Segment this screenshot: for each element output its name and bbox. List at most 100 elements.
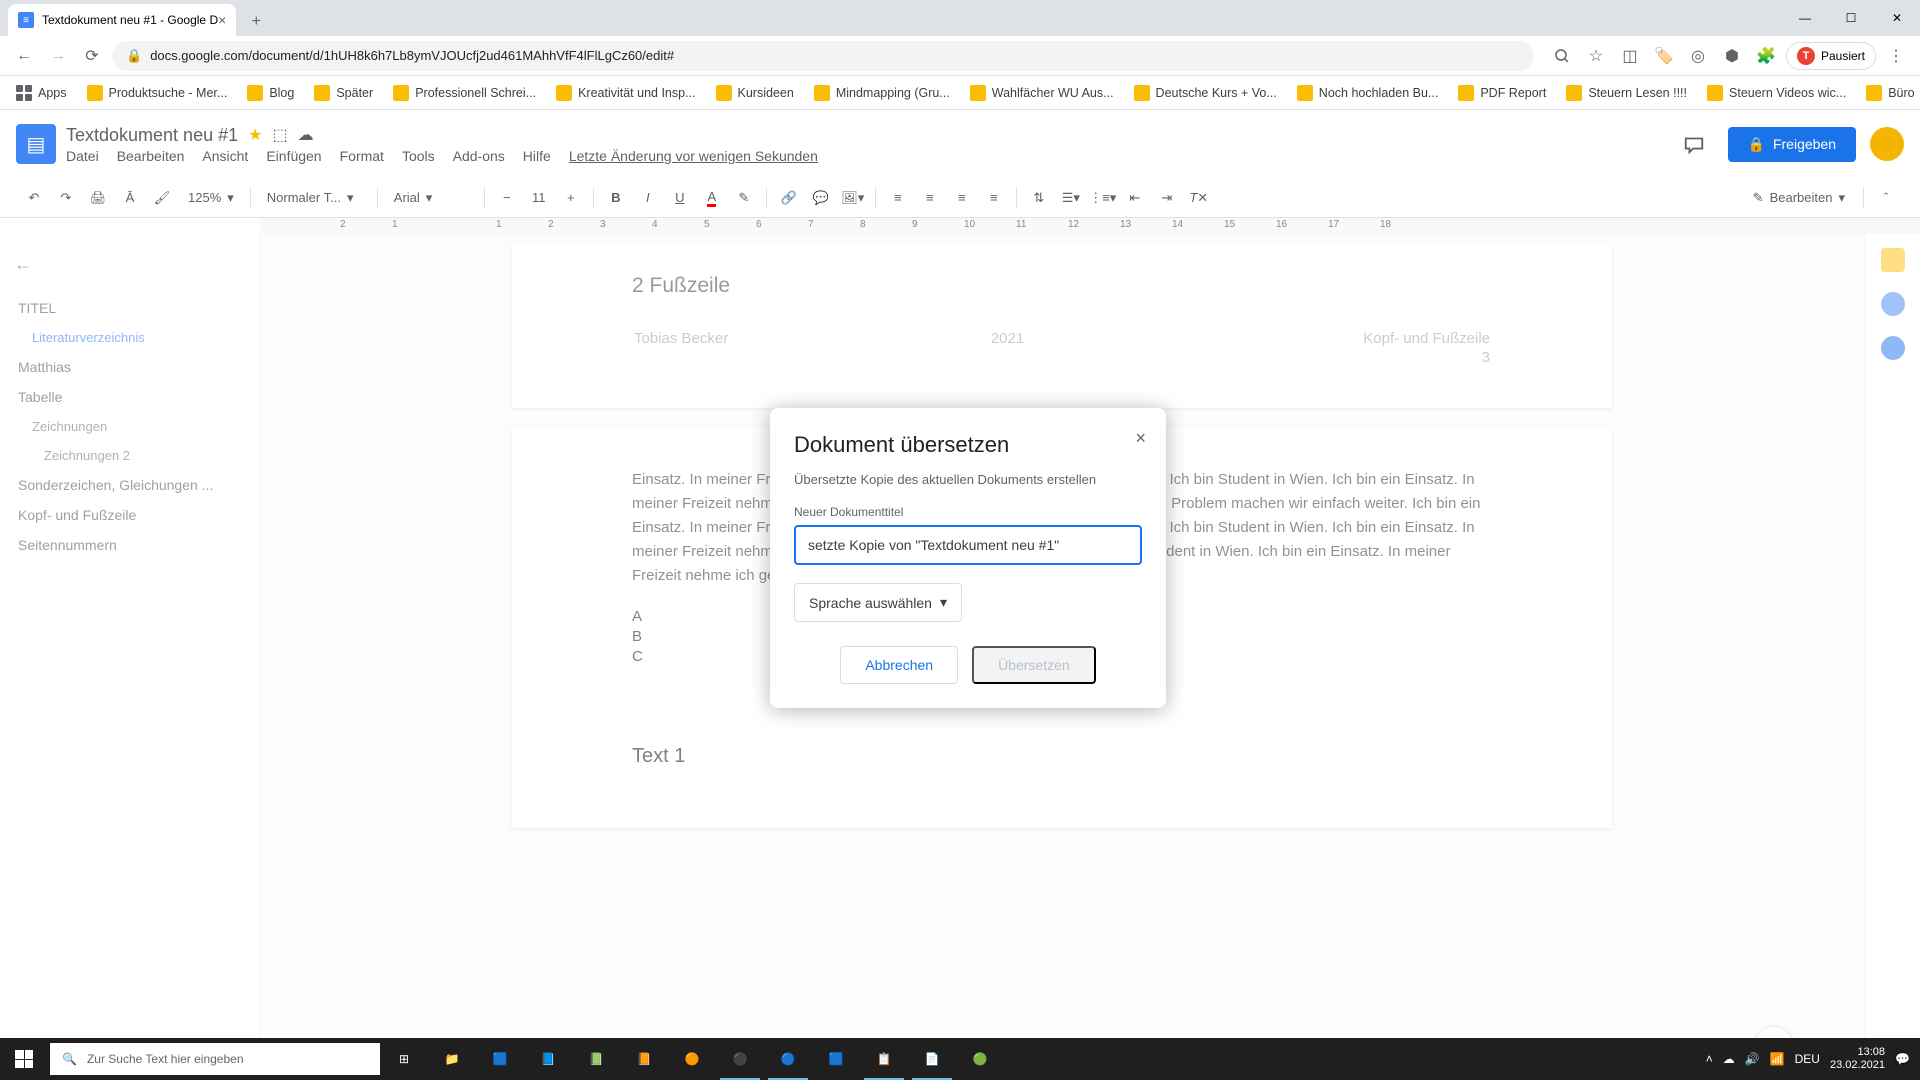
decrease-indent-button[interactable]: ⇤ — [1121, 184, 1149, 212]
bookmark-item[interactable]: Steuern Lesen !!!! — [1560, 81, 1693, 105]
bookmark-item[interactable]: Mindmapping (Gru... — [808, 81, 956, 105]
ruler[interactable]: 21123456789101112131415161718 — [0, 218, 1920, 234]
close-tab-icon[interactable]: × — [218, 12, 226, 28]
zoom-select[interactable]: 125% ▾ — [180, 186, 242, 210]
move-icon[interactable]: ⬚ — [272, 125, 287, 145]
taskbar-powerpoint[interactable]: 📙 — [620, 1038, 668, 1080]
align-right-button[interactable]: ≡ — [948, 184, 976, 212]
italic-button[interactable]: I — [634, 184, 662, 212]
extensions-menu-icon[interactable]: 🧩 — [1752, 42, 1780, 70]
font-select[interactable]: Arial ▾ — [386, 186, 476, 210]
star-icon[interactable]: ★ — [248, 125, 262, 145]
maximize-button[interactable]: ☐ — [1828, 0, 1874, 36]
font-size-decrease[interactable]: − — [493, 184, 521, 212]
back-button[interactable]: ← — [10, 42, 38, 70]
taskbar-search[interactable]: 🔍 Zur Suche Text hier eingeben — [50, 1043, 380, 1075]
bookmark-item[interactable]: Später — [308, 81, 379, 105]
taskbar-app[interactable]: 📄 — [908, 1038, 956, 1080]
undo-button[interactable]: ↶ — [20, 184, 48, 212]
image-button[interactable]: 🖼▾ — [839, 184, 867, 212]
taskbar-spotify[interactable]: 🟢 — [956, 1038, 1004, 1080]
align-center-button[interactable]: ≡ — [916, 184, 944, 212]
tray-language[interactable]: DEU — [1795, 1052, 1820, 1066]
star-icon[interactable]: ☆ — [1582, 42, 1610, 70]
translate-button[interactable]: Übersetzen — [972, 646, 1096, 684]
close-window-button[interactable]: ✕ — [1874, 0, 1920, 36]
taskbar-app[interactable]: ⚫ — [716, 1038, 764, 1080]
taskbar-chrome[interactable]: 🔵 — [764, 1038, 812, 1080]
docs-logo-icon[interactable]: ▤ — [16, 124, 56, 164]
editing-mode-select[interactable]: ✎ Bearbeiten ▾ — [1743, 186, 1855, 210]
bookmark-item[interactable]: Deutsche Kurs + Vo... — [1128, 81, 1283, 105]
zoom-icon[interactable] — [1548, 42, 1576, 70]
redo-button[interactable]: ↷ — [52, 184, 80, 212]
collapse-toolbar-button[interactable]: ˆ — [1872, 184, 1900, 212]
tray-volume-icon[interactable]: 🔊 — [1745, 1052, 1760, 1066]
menu-format[interactable]: Format — [340, 148, 384, 164]
font-size-value[interactable]: 11 — [525, 184, 553, 212]
bookmark-item[interactable]: Kreativität und Insp... — [550, 81, 701, 105]
align-left-button[interactable]: ≡ — [884, 184, 912, 212]
url-input[interactable]: 🔒 docs.google.com/document/d/1hUH8k6h7Lb… — [112, 41, 1534, 71]
taskbar-explorer[interactable]: 📁 — [428, 1038, 476, 1080]
reload-button[interactable]: ⟳ — [78, 42, 106, 70]
bold-button[interactable]: B — [602, 184, 630, 212]
menu-help[interactable]: Hilfe — [523, 148, 551, 164]
highlight-button[interactable]: ✎ — [730, 184, 758, 212]
increase-indent-button[interactable]: ⇥ — [1153, 184, 1181, 212]
apps-button[interactable]: Apps — [10, 81, 73, 105]
spellcheck-button[interactable]: Ă — [116, 184, 144, 212]
taskbar-app[interactable]: 🟦 — [476, 1038, 524, 1080]
bookmark-item[interactable]: Büro — [1860, 81, 1920, 105]
menu-view[interactable]: Ansicht — [202, 148, 248, 164]
task-view-button[interactable]: ⊞ — [380, 1038, 428, 1080]
extension-icon-2[interactable]: 🏷️ — [1650, 42, 1678, 70]
language-select[interactable]: Sprache auswählen ▾ — [794, 583, 962, 622]
tray-cloud-icon[interactable]: ☁ — [1723, 1052, 1735, 1066]
last-edit-link[interactable]: Letzte Änderung vor wenigen Sekunden — [569, 148, 818, 164]
bookmark-item[interactable]: Noch hochladen Bu... — [1291, 81, 1445, 105]
line-spacing-button[interactable]: ⇅ — [1025, 184, 1053, 212]
bookmark-item[interactable]: Blog — [241, 81, 300, 105]
menu-file[interactable]: Datei — [66, 148, 99, 164]
tray-clock[interactable]: 13:08 23.02.2021 — [1830, 1046, 1885, 1072]
document-title[interactable]: Textdokument neu #1 — [66, 125, 238, 146]
browser-tab[interactable]: ≡ Textdokument neu #1 - Google D × — [8, 4, 236, 36]
menu-insert[interactable]: Einfügen — [266, 148, 321, 164]
close-dialog-button[interactable]: × — [1135, 428, 1146, 449]
print-button[interactable]: 🖨 — [84, 184, 112, 212]
numbered-list-button[interactable]: ☰▾ — [1057, 184, 1085, 212]
cloud-status-icon[interactable]: ☁ — [298, 125, 314, 145]
document-title-input[interactable] — [794, 525, 1142, 565]
bookmark-item[interactable]: Professionell Schrei... — [387, 81, 542, 105]
taskbar-app[interactable]: 📋 — [860, 1038, 908, 1080]
new-tab-button[interactable]: + — [242, 8, 270, 36]
chrome-menu-icon[interactable]: ⋮ — [1882, 42, 1910, 70]
taskbar-word[interactable]: 📘 — [524, 1038, 572, 1080]
notifications-icon[interactable]: 💬 — [1895, 1052, 1910, 1066]
start-button[interactable] — [0, 1038, 48, 1080]
underline-button[interactable]: U — [666, 184, 694, 212]
clear-formatting-button[interactable]: T✕ — [1185, 184, 1213, 212]
paint-format-button[interactable]: 🖌 — [148, 184, 176, 212]
extension-icon-1[interactable]: ◫ — [1616, 42, 1644, 70]
taskbar-edge[interactable]: 🟦 — [812, 1038, 860, 1080]
share-button[interactable]: 🔒 Freigeben — [1728, 127, 1856, 162]
comment-button[interactable]: 💬 — [807, 184, 835, 212]
align-justify-button[interactable]: ≡ — [980, 184, 1008, 212]
profile-avatar[interactable] — [1870, 127, 1904, 161]
link-button[interactable]: 🔗 — [775, 184, 803, 212]
comments-button[interactable] — [1674, 124, 1714, 164]
forward-button[interactable]: → — [44, 42, 72, 70]
taskbar-app[interactable]: 🟠 — [668, 1038, 716, 1080]
profile-paused-pill[interactable]: T Pausiert — [1786, 42, 1876, 70]
menu-edit[interactable]: Bearbeiten — [117, 148, 185, 164]
style-select[interactable]: Normaler T... ▾ — [259, 186, 369, 210]
bulleted-list-button[interactable]: ⋮≡▾ — [1089, 184, 1117, 212]
extension-icon-4[interactable]: ⬢ — [1718, 42, 1746, 70]
extension-icon-3[interactable]: ◎ — [1684, 42, 1712, 70]
font-size-increase[interactable]: + — [557, 184, 585, 212]
tray-wifi-icon[interactable]: 📶 — [1770, 1052, 1785, 1066]
bookmark-item[interactable]: Produktsuche - Mer... — [81, 81, 234, 105]
bookmark-item[interactable]: Wahlfächer WU Aus... — [964, 81, 1120, 105]
